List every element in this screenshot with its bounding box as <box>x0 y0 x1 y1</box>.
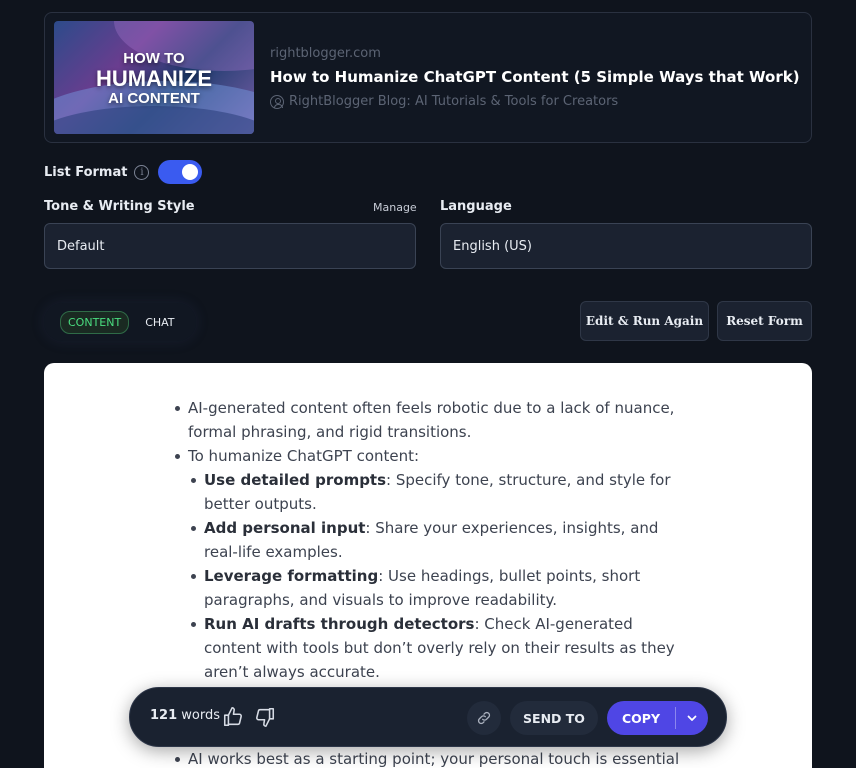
word-count-label: words <box>181 708 221 723</box>
sub-item-heading: Add personal input <box>204 519 366 537</box>
list-item-text: To humanize ChatGPT content: <box>188 447 420 465</box>
sub-list-item: Add personal input: Share your experienc… <box>191 516 688 564</box>
language-select[interactable]: English (US) <box>440 223 812 269</box>
tab-chat[interactable]: CHAT <box>145 316 174 329</box>
chevron-down-icon <box>687 715 697 721</box>
user-circle-icon <box>270 94 284 109</box>
reset-form-button[interactable]: Reset Form <box>717 301 812 341</box>
preview-title[interactable]: How to Humanize ChatGPT Content (5 Simpl… <box>270 68 800 86</box>
link-icon <box>477 711 491 725</box>
sub-list: Use detailed prompts: Specify tone, stru… <box>191 468 688 684</box>
edit-run-again-button[interactable]: Edit & Run Again <box>580 301 709 341</box>
sub-list-item: Run AI drafts through detectors: Check A… <box>191 612 688 684</box>
word-count-number: 121 <box>150 708 178 723</box>
sub-list-item: Leverage formatting: Use headings, bulle… <box>191 564 688 612</box>
list-item: To humanize ChatGPT content: Use detaile… <box>175 444 688 684</box>
preview-source: RightBlogger Blog: AI Tutorials & Tools … <box>270 94 618 109</box>
thumbnail-line-1: HOW TO <box>123 50 185 67</box>
tone-select[interactable]: Default <box>44 223 416 269</box>
language-label: Language <box>440 199 512 214</box>
list-format-label: List Format <box>44 164 128 180</box>
sub-item-heading: Run AI drafts through detectors <box>204 615 475 633</box>
tab-content[interactable]: CONTENT <box>60 310 130 334</box>
sub-item-heading: Leverage formatting <box>204 567 379 585</box>
link-preview-card[interactable]: HOW TO HUMANIZE AI CONTENT rightblogger.… <box>44 12 812 143</box>
copy-button[interactable]: COPY <box>607 711 675 726</box>
thumbnail-line-2: HUMANIZE <box>95 66 213 91</box>
sub-item-heading: Use detailed prompts <box>204 471 387 489</box>
preview-domain: rightblogger.com <box>270 46 381 61</box>
summary-list: AI-generated content often feels robotic… <box>175 396 688 684</box>
copy-button-group: COPY <box>607 701 708 735</box>
list-item-text: AI-generated content often feels robotic… <box>188 399 675 441</box>
manage-link[interactable]: Manage <box>373 201 417 214</box>
copy-options-button[interactable] <box>676 712 708 724</box>
thumbnail-line-3: AI CONTENT <box>108 90 200 107</box>
sub-list-item: Use detailed prompts: Specify tone, stru… <box>191 468 688 516</box>
list-format-toggle[interactable] <box>158 160 203 184</box>
info-icon[interactable]: i <box>134 164 150 180</box>
action-bar: 121 words SEND TO COPY <box>129 687 727 747</box>
send-to-button[interactable]: SEND TO <box>510 701 598 735</box>
tone-label: Tone & Writing Style <box>44 199 195 214</box>
toggle-knob <box>182 164 199 180</box>
list-item: AI-generated content often feels robotic… <box>175 396 688 444</box>
output-tabs: CONTENT CHAT <box>44 303 196 341</box>
preview-source-label: RightBlogger Blog: AI Tutorials & Tools … <box>289 94 619 109</box>
thumbs-down-icon[interactable] <box>254 706 276 728</box>
thumbs-up-icon[interactable] <box>222 706 244 728</box>
link-button[interactable] <box>467 701 501 735</box>
list-item: AI works best as a starting point; your … <box>175 747 688 768</box>
article-thumbnail: HOW TO HUMANIZE AI CONTENT <box>54 21 254 134</box>
word-count: 121 words <box>150 708 220 723</box>
list-format-row: List Format i <box>44 160 203 184</box>
